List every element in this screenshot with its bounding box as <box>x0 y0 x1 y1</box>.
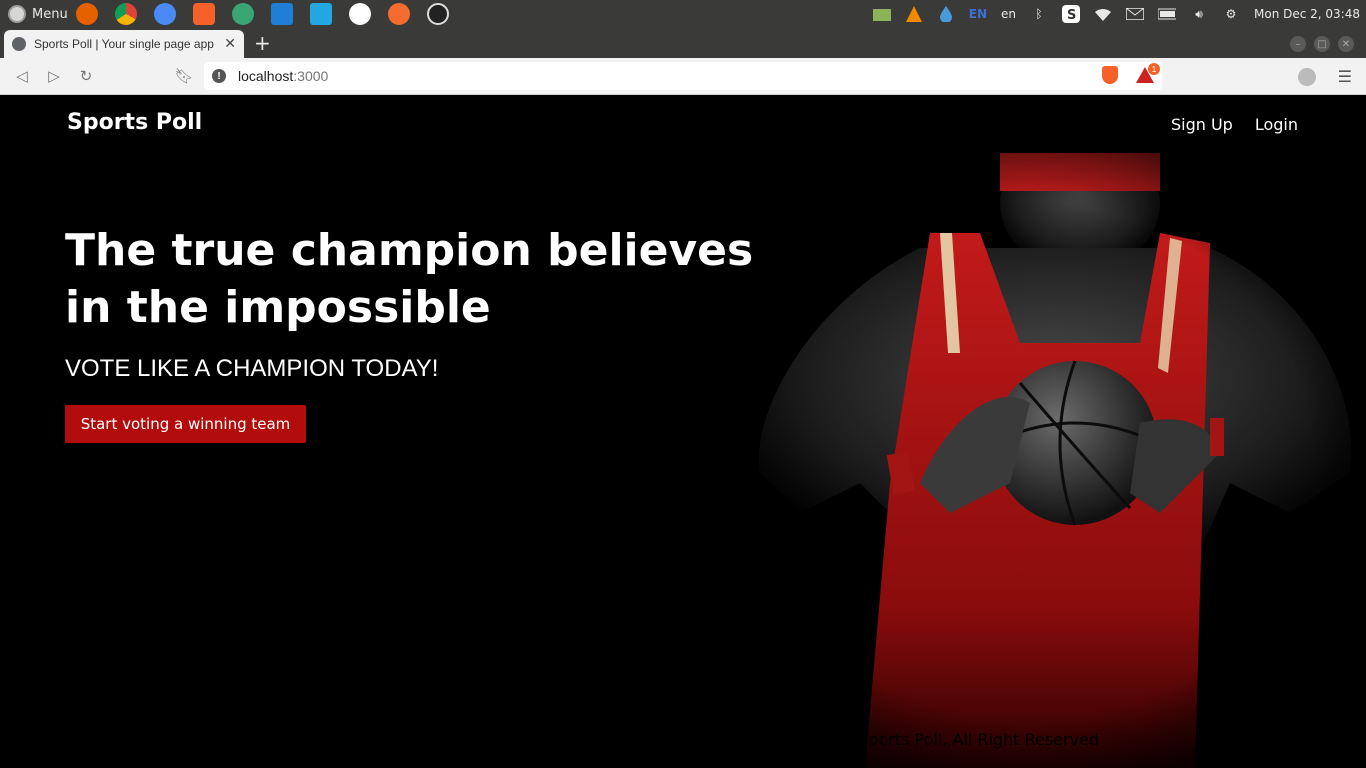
close-tab-icon[interactable]: ✕ <box>224 36 236 52</box>
firefox-icon[interactable] <box>76 3 98 25</box>
feedback-link[interactable]: Feedback & Suggestions <box>583 730 780 749</box>
ubuntu-logo-icon <box>8 5 26 23</box>
battery-icon[interactable] <box>1158 6 1176 22</box>
chromium-icon[interactable] <box>154 3 176 25</box>
skype-icon[interactable]: S <box>1062 5 1080 23</box>
webstorm-icon[interactable] <box>310 3 332 25</box>
tab-title: Sports Poll | Your single page app <box>34 37 214 51</box>
close-window-icon[interactable]: ✕ <box>1338 36 1354 52</box>
system-tray: EN en ᛒ S 🔊︎ ⚙ Mon Dec 2, 03:48 <box>872 5 1366 23</box>
signup-link[interactable]: Sign Up <box>1171 115 1233 134</box>
slack-icon[interactable] <box>349 3 371 25</box>
mail-icon[interactable] <box>1126 6 1144 22</box>
settings-gear-icon[interactable]: ⚙ <box>1222 6 1240 22</box>
os-menu-button[interactable]: Menu <box>0 5 70 23</box>
svg-text:S: S <box>1067 8 1076 23</box>
os-menu-label: Menu <box>32 6 68 22</box>
menu-hamburger-icon[interactable]: ☰ <box>1338 67 1352 86</box>
bookmark-icon[interactable]: 🔖︎ <box>168 61 200 91</box>
clock[interactable]: Mon Dec 2, 03:48 <box>1254 7 1360 21</box>
brave-rewards-icon[interactable]: 1 <box>1136 63 1160 83</box>
language-indicator[interactable]: EN <box>969 7 987 21</box>
postman-icon[interactable] <box>388 3 410 25</box>
start-voting-button[interactable]: Start voting a winning team <box>65 405 306 443</box>
drop-icon[interactable] <box>937 6 955 22</box>
vlc-icon[interactable] <box>905 6 923 22</box>
volume-icon[interactable]: 🔊︎ <box>1190 6 1208 22</box>
url-port: :3000 <box>293 68 329 84</box>
copyright-text: © 2019 Sports Poll, All Right Reserved <box>791 730 1100 749</box>
launcher-bar <box>76 3 449 25</box>
atom-icon[interactable] <box>232 3 254 25</box>
reload-icon[interactable]: ↻ <box>70 61 102 91</box>
profile-avatar-icon[interactable] <box>1297 67 1316 86</box>
new-tab-icon[interactable]: + <box>254 30 271 58</box>
hero-subhead: VOTE LIKE A CHAMPION TODAY! <box>65 355 439 382</box>
files-icon[interactable] <box>872 6 891 22</box>
basketball-player-image <box>690 153 1366 768</box>
os-top-panel: Menu EN en ᛒ S 🔊︎ ⚙ Mon Dec 2, 03:48 <box>0 0 1366 28</box>
rewards-badge: 1 <box>1148 63 1160 75</box>
obs-icon[interactable] <box>427 3 449 25</box>
site-info-icon[interactable]: ! <box>212 69 226 83</box>
tab-sports-poll[interactable]: Sports Poll | Your single page app ✕ <box>4 30 244 58</box>
vscode-icon[interactable] <box>271 3 293 25</box>
url-host: localhost <box>238 68 294 84</box>
login-link[interactable]: Login <box>1255 115 1298 134</box>
minimize-icon[interactable]: – <box>1290 36 1306 52</box>
hero-headline: The true champion believes in the imposs… <box>65 225 754 333</box>
back-icon[interactable]: ◁ <box>6 61 38 91</box>
address-bar[interactable]: ! localhost :3000 1 <box>204 62 1162 90</box>
toolbar-right: ☰ <box>1297 67 1352 86</box>
web-page: Sports Poll Sign Up Login The true champ… <box>0 96 1366 768</box>
browser-toolbar: ◁ ▷ ↻ 🔖︎ ! localhost :3000 1 ☰ <box>0 58 1366 95</box>
address-bar-actions: 1 <box>1102 63 1160 84</box>
browser-tab-strip: Sports Poll | Your single page app ✕ + –… <box>0 28 1366 58</box>
window-controls: – □ ✕ <box>1290 30 1366 58</box>
top-nav: Sign Up Login <box>1171 115 1298 134</box>
forward-icon[interactable]: ▷ <box>38 61 70 91</box>
brand-logo[interactable]: Sports Poll <box>67 110 202 135</box>
privacy-policy-link[interactable]: Privacy & Policy <box>444 730 571 749</box>
bluetooth-icon[interactable]: ᛒ <box>1030 6 1048 22</box>
footer: Privacy & Policy Feedback & Suggestions … <box>444 730 1099 749</box>
maximize-icon[interactable]: □ <box>1314 36 1330 52</box>
globe-icon <box>12 37 26 51</box>
brave-shield-icon[interactable] <box>1102 66 1118 84</box>
chrome-icon[interactable] <box>115 3 137 25</box>
brave-icon[interactable] <box>193 3 215 25</box>
keyboard-layout[interactable]: en <box>1001 7 1016 21</box>
wifi-icon[interactable] <box>1094 6 1112 22</box>
